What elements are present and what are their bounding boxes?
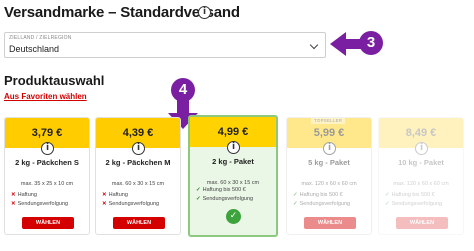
cross-icon: ✕	[102, 192, 107, 198]
feature-liability: ✕ Haftung	[11, 192, 37, 198]
cross-icon: ✕	[11, 201, 16, 207]
product-name: 10 kg - Paket	[398, 158, 444, 167]
info-icon[interactable]: i	[41, 142, 54, 155]
topseller-badge: TOPSELLER	[311, 118, 346, 124]
section-title: Produktauswahl	[4, 73, 105, 88]
info-icon[interactable]: i	[323, 142, 336, 155]
info-icon[interactable]: i	[227, 141, 240, 154]
product-size: max. 120 x 60 x 60 cm	[301, 181, 357, 187]
check-icon: ✓	[293, 201, 298, 207]
selected-check-icon: ✓	[226, 209, 241, 224]
check-icon: ✓	[196, 196, 201, 202]
product-card-paket-2kg[interactable]: 4,99 € i 2 kg - Paket max. 60 x 30 x 15 …	[188, 115, 278, 237]
check-icon: ✓	[385, 201, 390, 207]
info-icon[interactable]: i	[132, 142, 145, 155]
check-icon: ✓	[293, 192, 298, 198]
select-button[interactable]: WÄHLEN	[113, 217, 165, 229]
feature-liability: ✓ Haftung bis 500 €	[293, 192, 343, 198]
product-card-paket-5kg[interactable]: 5,99 € TOPSELLER i 5 kg - Paket max. 120…	[286, 117, 372, 235]
feature-tracking: ✓ Sendungsverfolgung	[293, 201, 351, 207]
callout-badge-4: 4	[171, 78, 195, 102]
feature-liability: ✓ Haftung bis 500 €	[196, 187, 246, 193]
product-card-paeckchen-m[interactable]: 4,39 € i 2 kg - Päckchen M max. 60 x 30 …	[95, 117, 181, 235]
select-button[interactable]: WÄHLEN	[304, 217, 356, 229]
cross-icon: ✕	[11, 192, 16, 198]
product-name: 5 kg - Paket	[308, 158, 350, 167]
product-name: 2 kg - Paket	[212, 157, 254, 166]
product-size: max. 60 x 30 x 15 cm	[111, 181, 165, 187]
callout-badge-3: 3	[359, 31, 383, 55]
product-card-paeckchen-s[interactable]: 3,79 € i 2 kg - Päckchen S max. 35 x 25 …	[4, 117, 90, 235]
feature-tracking: ✕ Sendungsverfolgung	[102, 201, 160, 207]
feature-tracking: ✕ Sendungsverfolgung	[11, 201, 69, 207]
feature-liability: ✕ Haftung	[102, 192, 128, 198]
product-size: max. 60 x 30 x 15 cm	[206, 180, 260, 186]
info-icon[interactable]: i	[198, 6, 211, 19]
country-select-value: Deutschland	[9, 44, 60, 54]
feature-tracking: ✓ Sendungsverfolgung	[385, 201, 443, 207]
cross-icon: ✕	[102, 201, 107, 207]
product-name: 2 kg - Päckchen M	[105, 158, 171, 167]
info-icon[interactable]: i	[415, 142, 428, 155]
product-name: 2 kg - Päckchen S	[15, 158, 79, 167]
country-select[interactable]: ZIELLAND / ZIELREGION Deutschland	[4, 32, 326, 58]
chevron-down-icon[interactable]	[309, 40, 319, 50]
country-select-label: ZIELLAND / ZIELREGION	[9, 35, 72, 41]
select-button[interactable]: WÄHLEN	[22, 217, 74, 229]
product-card-paket-10kg[interactable]: 8,49 € i 10 kg - Paket max. 120 x 60 x 6…	[378, 117, 464, 235]
check-icon: ✓	[385, 192, 390, 198]
product-size: max. 120 x 60 x 60 cm	[393, 181, 449, 187]
favorites-link[interactable]: Aus Favoriten wählen	[4, 92, 87, 101]
feature-liability: ✓ Haftung bis 500 €	[385, 192, 435, 198]
check-icon: ✓	[196, 187, 201, 193]
product-size: max. 35 x 25 x 10 cm	[20, 181, 74, 187]
feature-tracking: ✓ Sendungsverfolgung	[196, 196, 254, 202]
select-button[interactable]: WÄHLEN	[396, 217, 448, 229]
